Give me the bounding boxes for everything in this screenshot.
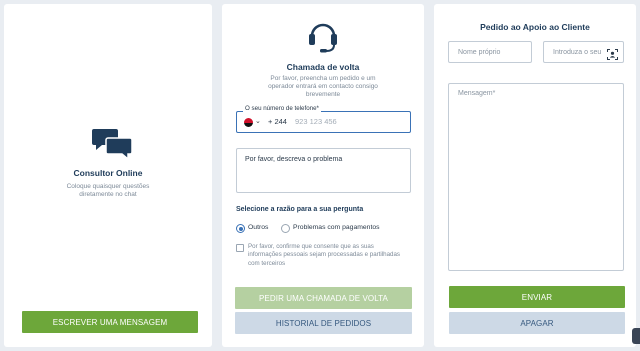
phone-label: O seu número de telefone* [243,105,321,112]
first-name-input[interactable]: Nome próprio [448,41,532,63]
phone-placeholder: 923 123 456 [295,117,337,126]
callback-title: Chamada de volta [286,62,360,72]
reason-title: Selecione a razão para a sua pergunta [236,206,364,213]
request-callback-button[interactable]: PEDIR UMA CHAMADA DE VOLTA [235,287,412,309]
chat-bubbles-icon [92,129,133,161]
reason-label-outros: Outros [248,224,269,231]
clear-button[interactable]: APAGAR [449,312,625,334]
headset-icon [309,23,337,53]
support-title: Pedido ao Apoio ao Cliente [480,22,590,32]
angola-flag-icon[interactable] [244,118,253,127]
contact-scan-icon[interactable] [607,49,618,60]
chat-launcher-tab[interactable] [632,328,640,344]
reason-radio-pagamentos[interactable] [281,224,290,233]
reason-radio-outros[interactable] [236,224,245,233]
consent-text: Por favor, confirme que consente que as … [248,243,401,267]
message-textarea[interactable]: Mensagem* [448,83,624,271]
online-consultant-subtitle: Coloque quaisquer questões diretamente n… [66,183,150,198]
reason-label-pagamentos: Problemas com pagamentos [293,224,380,231]
problem-description-input[interactable]: Por favor, descreva o problema [236,148,411,193]
online-consultant-title: Consultor Online [73,168,143,178]
request-history-button[interactable]: HISTORIAL DE PEDIDOS [235,312,412,334]
online-consultant-card: Consultor Online Coloque quaisquer quest… [4,4,212,347]
callback-card: Chamada de volta Por favor, preencha um … [222,4,424,347]
write-message-button[interactable]: ESCREVER UMA MENSAGEM [22,311,198,333]
dial-code: + 244 [268,117,287,126]
send-button[interactable]: ENVIAR [449,286,625,308]
chevron-down-icon[interactable]: ⌄ [255,117,261,125]
callback-subtitle: Por favor, preencha um pedido e um opera… [268,75,378,98]
support-request-card: Pedido ao Apoio ao Cliente Nome próprio … [434,4,636,347]
consent-checkbox[interactable] [236,244,244,252]
